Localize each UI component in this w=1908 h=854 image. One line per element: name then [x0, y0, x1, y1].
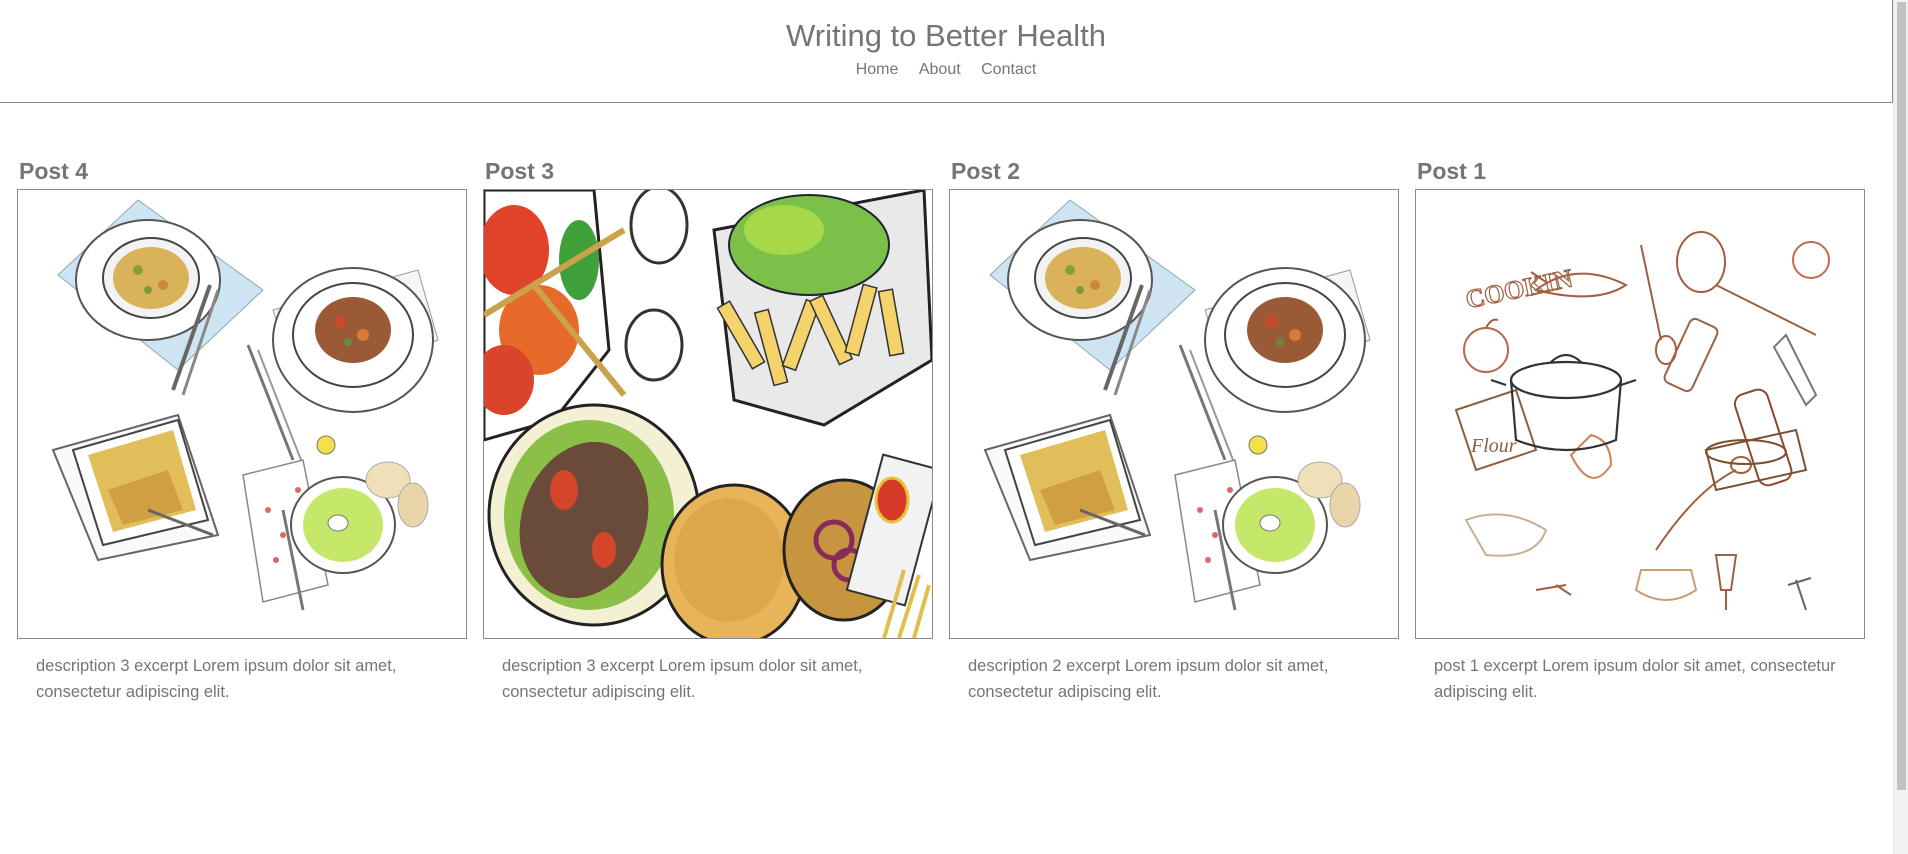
main-nav: Home About Contact — [0, 61, 1892, 79]
post-excerpt: description 3 excerpt Lorem ipsum dolor … — [502, 657, 863, 701]
post-excerpt: description 3 excerpt Lorem ipsum dolor … — [36, 657, 397, 701]
post-excerpt: post 1 excerpt Lorem ipsum dolor sit ame… — [1434, 657, 1836, 701]
post-title[interactable]: Post 1 — [1417, 155, 1865, 189]
site-title: Writing to Better Health — [786, 18, 1106, 53]
post-title[interactable]: Post 4 — [19, 155, 467, 189]
post-card: Post 1 COOKIN Flour post 1 excerpt Lorem… — [1415, 155, 1865, 705]
post-card: Post 4 description 3 excerpt Lorem ipsum… — [17, 155, 467, 705]
flour-lettering: Flour — [1470, 435, 1517, 457]
post-image-dinner-plates[interactable] — [949, 189, 1399, 639]
nav-contact-link[interactable]: Contact — [981, 61, 1036, 78]
post-card: Post 3 description 3 excerpt Lorem ipsum… — [483, 155, 933, 705]
page-scrollbar[interactable] — [1893, 0, 1908, 854]
nav-about-link[interactable]: About — [919, 61, 961, 78]
post-image-dinner-plates[interactable] — [17, 189, 467, 639]
post-title[interactable]: Post 3 — [485, 155, 933, 189]
post-image-cooking-sketches[interactable]: COOKIN Flour — [1415, 189, 1865, 639]
post-image-fast-food-picnic[interactable] — [483, 189, 933, 639]
nav-home-link[interactable]: Home — [856, 61, 899, 78]
cookin-lettering: COOKIN — [1463, 263, 1575, 314]
post-excerpt: description 2 excerpt Lorem ipsum dolor … — [968, 657, 1329, 701]
post-card: Post 2 description 2 excerpt Lorem ipsum… — [949, 155, 1399, 705]
scrollbar-thumb[interactable] — [1897, 2, 1906, 790]
post-title[interactable]: Post 2 — [951, 155, 1399, 189]
site-header: Writing to Better Health Home About Cont… — [0, 0, 1893, 103]
